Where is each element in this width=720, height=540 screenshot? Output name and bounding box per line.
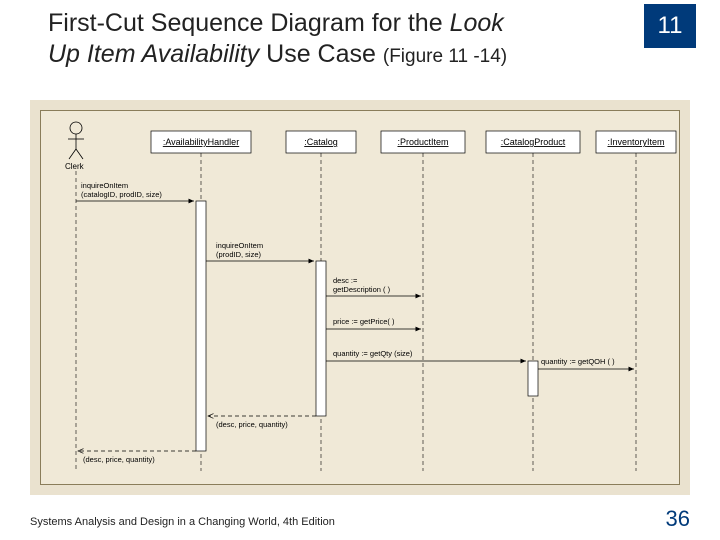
- svg-text::AvailabilityHandler: :AvailabilityHandler: [163, 137, 239, 147]
- svg-text::InventoryItem: :InventoryItem: [607, 137, 664, 147]
- object-inventory-item: :InventoryItem: [596, 131, 676, 153]
- title-figure-ref: (Figure 11 -14): [383, 46, 507, 67]
- msg-label-m3-l1: desc :=: [333, 276, 358, 285]
- msg-label-m2-l2: (prodID, size): [216, 250, 262, 259]
- title-italic-1: Look: [450, 9, 504, 37]
- msg-label-m6: quantity := getQOH ( ): [541, 357, 615, 366]
- slide: First-Cut Sequence Diagram for the Look …: [0, 0, 720, 540]
- sequence-diagram-container: Clerk :AvailabilityHandler :Catalog :Pro…: [30, 100, 690, 495]
- msg-label-m4: price := getPrice( ): [333, 317, 395, 326]
- msg-label-m2-l1: inquireOnItem: [216, 241, 263, 250]
- title-text-2: Use Case: [259, 40, 383, 68]
- activation-catalog-product: [528, 361, 538, 396]
- activation-availability-handler: [196, 201, 206, 451]
- slide-number: 36: [666, 506, 690, 532]
- msg-label-m1-l1: inquireOnItem: [81, 181, 128, 190]
- object-catalog-product: :CatalogProduct: [486, 131, 580, 153]
- msg-label-m5: quantity := getQty (size): [333, 349, 413, 358]
- title-italic-2: Up Item Availability: [48, 40, 259, 68]
- chapter-badge: 11: [644, 4, 696, 48]
- msg-label-m3-l2: getDescription ( ): [333, 285, 391, 294]
- return-label-r1: (desc, price, quantity): [216, 420, 288, 429]
- sequence-diagram-svg: Clerk :AvailabilityHandler :Catalog :Pro…: [41, 111, 681, 486]
- actor-clerk: Clerk: [65, 122, 85, 171]
- footer-text: Systems Analysis and Design in a Changin…: [30, 516, 335, 528]
- slide-title: First-Cut Sequence Diagram for the Look …: [48, 8, 608, 71]
- svg-text::Catalog: :Catalog: [304, 137, 338, 147]
- object-product-item: :ProductItem: [381, 131, 465, 153]
- title-text-1: First-Cut Sequence Diagram for the: [48, 9, 450, 37]
- title-area: First-Cut Sequence Diagram for the Look …: [48, 8, 608, 71]
- object-catalog: :Catalog: [286, 131, 356, 153]
- sequence-diagram: Clerk :AvailabilityHandler :Catalog :Pro…: [40, 110, 680, 485]
- return-label-r2: (desc, price, quantity): [83, 455, 155, 464]
- svg-text::ProductItem: :ProductItem: [397, 137, 448, 147]
- actor-label: Clerk: [65, 162, 85, 171]
- svg-text::CatalogProduct: :CatalogProduct: [501, 137, 566, 147]
- msg-label-m1-l2: (catalogID, prodID, size): [81, 190, 162, 199]
- activation-catalog: [316, 261, 326, 416]
- object-availability-handler: :AvailabilityHandler: [151, 131, 251, 153]
